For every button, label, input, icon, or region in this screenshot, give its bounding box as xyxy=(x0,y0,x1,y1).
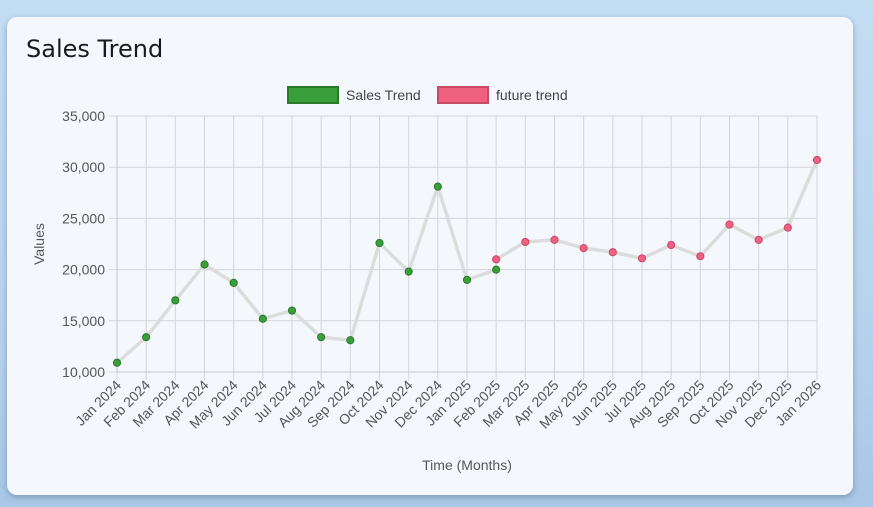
series-line xyxy=(115,184,497,365)
y-tick-label: 35,000 xyxy=(62,108,105,124)
data-point xyxy=(754,235,763,245)
y-tick-label: 25,000 xyxy=(62,210,105,226)
data-point xyxy=(579,243,588,253)
line-chart: 10,00015,00020,00025,00030,00035,000Jan … xyxy=(31,86,824,473)
y-tick-label: 15,000 xyxy=(62,313,105,329)
data-point xyxy=(608,248,617,257)
y-axis-label: Values xyxy=(31,223,47,265)
data-point xyxy=(229,278,238,288)
data-point xyxy=(375,238,384,248)
data-point xyxy=(725,220,734,229)
y-tick-label: 30,000 xyxy=(62,159,105,175)
data-point xyxy=(258,314,267,323)
data-point xyxy=(521,237,530,247)
grid-lines xyxy=(109,115,818,380)
data-point xyxy=(171,296,180,305)
y-tick-label: 10,000 xyxy=(62,364,105,380)
data-point xyxy=(346,336,355,345)
data-point xyxy=(696,252,705,261)
data-point xyxy=(200,260,209,269)
legend-label: future trend xyxy=(496,87,568,103)
x-axis-label: Time (Months) xyxy=(422,457,512,473)
data-point xyxy=(317,333,326,342)
legend-swatch xyxy=(437,86,489,104)
y-tick-label: 20,000 xyxy=(62,262,105,278)
data-point xyxy=(404,267,413,276)
data-point xyxy=(142,333,151,342)
legend: Sales Trend future trend xyxy=(287,86,568,104)
data-point xyxy=(492,265,501,274)
data-point xyxy=(112,358,122,367)
data-point xyxy=(462,275,472,284)
legend-label: Sales Trend xyxy=(346,87,421,103)
data-point xyxy=(667,240,676,250)
legend-swatch xyxy=(287,86,339,104)
data-point xyxy=(550,235,559,245)
data-point xyxy=(287,306,297,315)
data-point xyxy=(637,254,647,263)
data-point xyxy=(783,223,792,232)
series-line xyxy=(495,159,819,261)
data-point xyxy=(492,255,501,264)
data-point xyxy=(433,182,442,191)
data-point xyxy=(812,155,822,165)
